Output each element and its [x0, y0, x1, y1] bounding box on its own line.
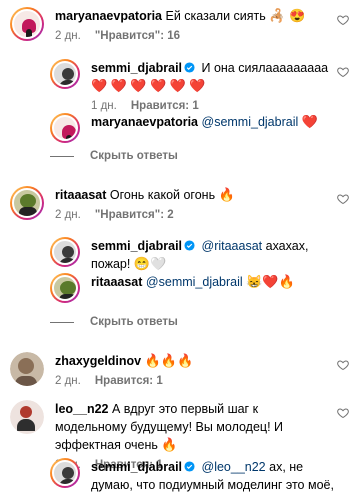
like-heart-icon[interactable]: [337, 407, 349, 419]
avatar[interactable]: [10, 352, 44, 386]
reply-semmi-djabrail: semmi_djabrail И она сиялааааааааа ❤️ ❤️…: [50, 59, 330, 112]
comment-maryanaevpatoria: maryanaevpatoria Ей сказали сиять 🦂 😍 2 …: [10, 7, 328, 42]
fire-emoji: 🔥: [160, 353, 177, 368]
comment-time[interactable]: 2 дн.: [55, 209, 81, 221]
comment-time[interactable]: 2 дн.: [55, 375, 81, 387]
comment-username[interactable]: semmi_djabrail: [91, 61, 182, 75]
divider-line: [50, 321, 74, 323]
comment-zhaxygeldinov: zhaxygeldinov 🔥🔥🔥 2 дн. Нравится: 1: [10, 352, 328, 387]
heart-emoji: ❤️: [91, 78, 108, 93]
comment-likes[interactable]: Нравится: 1: [131, 100, 199, 112]
comment-username[interactable]: leo__n22: [55, 402, 109, 416]
heart-emoji: ❤️: [189, 78, 206, 93]
verified-badge-icon: [184, 240, 195, 251]
hide-replies-button[interactable]: Скрыть ответы: [50, 150, 178, 162]
mention-link[interactable]: @leo__n22: [202, 460, 266, 474]
heart-eyes-emoji: 😍: [288, 8, 306, 23]
comment-likes[interactable]: Нравится: 1: [95, 375, 163, 387]
mention-link[interactable]: @semmi_djabrail: [202, 115, 299, 129]
verified-badge-icon: [184, 62, 195, 73]
divider-line: [50, 155, 74, 157]
comment-text: Огонь какой огонь: [109, 188, 216, 202]
avatar[interactable]: [10, 7, 44, 41]
scorpion-emoji: 🦂: [269, 8, 286, 23]
avatar[interactable]: [50, 113, 80, 143]
comment-username[interactable]: semmi_djabrail: [91, 460, 182, 474]
heart-emoji: ❤️: [301, 114, 318, 129]
reply-ritaaasat: ritaaasat @semmi_djabrail 😸❤️🔥: [50, 273, 330, 303]
fire-emoji: 🔥: [144, 353, 161, 368]
avatar[interactable]: [50, 458, 80, 488]
reply-maryanaevpatoria: maryanaevpatoria @semmi_djabrail ❤️: [50, 113, 330, 143]
avatar[interactable]: [50, 59, 80, 89]
comment-text: И она сиялааааааааа: [201, 61, 329, 75]
heart-emoji: ❤️: [110, 78, 127, 93]
comment-time[interactable]: 1 дн.: [91, 100, 117, 112]
like-heart-icon[interactable]: [337, 66, 349, 78]
like-heart-icon[interactable]: [337, 193, 349, 205]
mention-link[interactable]: @ritaaasat: [202, 239, 263, 253]
hide-replies-button[interactable]: Скрыть ответы: [50, 316, 178, 328]
mention-link[interactable]: @semmi_djabrail: [146, 275, 243, 289]
avatar[interactable]: [10, 186, 44, 220]
verified-badge-icon: [184, 461, 195, 472]
comment-ritaaasat: ritaaasat Огонь какой огонь 🔥 2 дн. "Нра…: [10, 186, 328, 221]
comment-likes[interactable]: "Нравится": 16: [95, 30, 180, 42]
cat-emoji: 😸: [246, 274, 263, 289]
heart-emoji: ❤️: [130, 78, 147, 93]
comment-time[interactable]: 2 дн.: [55, 30, 81, 42]
comment-username[interactable]: semmi_djabrail: [91, 239, 182, 253]
heart-emoji: ❤️: [150, 78, 167, 93]
comment-username[interactable]: zhaxygeldinov: [55, 354, 141, 368]
reply-semmi-djabrail: semmi_djabrail @ritaaasat ахахах, пожар!…: [50, 237, 330, 273]
comment-text: Ей сказали сиять: [165, 9, 266, 23]
comment-username[interactable]: maryanaevpatoria: [91, 115, 198, 129]
white-heart-emoji: 🤍: [150, 256, 167, 271]
avatar[interactable]: [50, 273, 80, 303]
comment-likes[interactable]: "Нравится": 2: [95, 209, 174, 221]
fire-emoji: 🔥: [278, 274, 295, 289]
comment-username[interactable]: maryanaevpatoria: [55, 9, 162, 23]
hide-replies-label: Скрыть ответы: [90, 316, 178, 328]
fire-emoji: 🔥: [161, 437, 178, 452]
avatar[interactable]: [50, 237, 80, 267]
heart-emoji: ❤️: [262, 274, 279, 289]
like-heart-icon[interactable]: [337, 14, 349, 26]
hide-replies-label: Скрыть ответы: [90, 150, 178, 162]
fire-emoji: 🔥: [218, 187, 235, 202]
avatar[interactable]: [10, 400, 44, 434]
grin-emoji: 😁: [133, 256, 150, 271]
fire-emoji: 🔥: [177, 353, 194, 368]
comment-username[interactable]: ritaaasat: [55, 188, 106, 202]
heart-emoji: ❤️: [169, 78, 186, 93]
like-heart-icon[interactable]: [337, 359, 349, 371]
reply-semmi-djabrail: semmi_djabrail @leo__n22 ах, не думаю, ч…: [50, 458, 336, 493]
comment-username[interactable]: ritaaasat: [91, 275, 142, 289]
